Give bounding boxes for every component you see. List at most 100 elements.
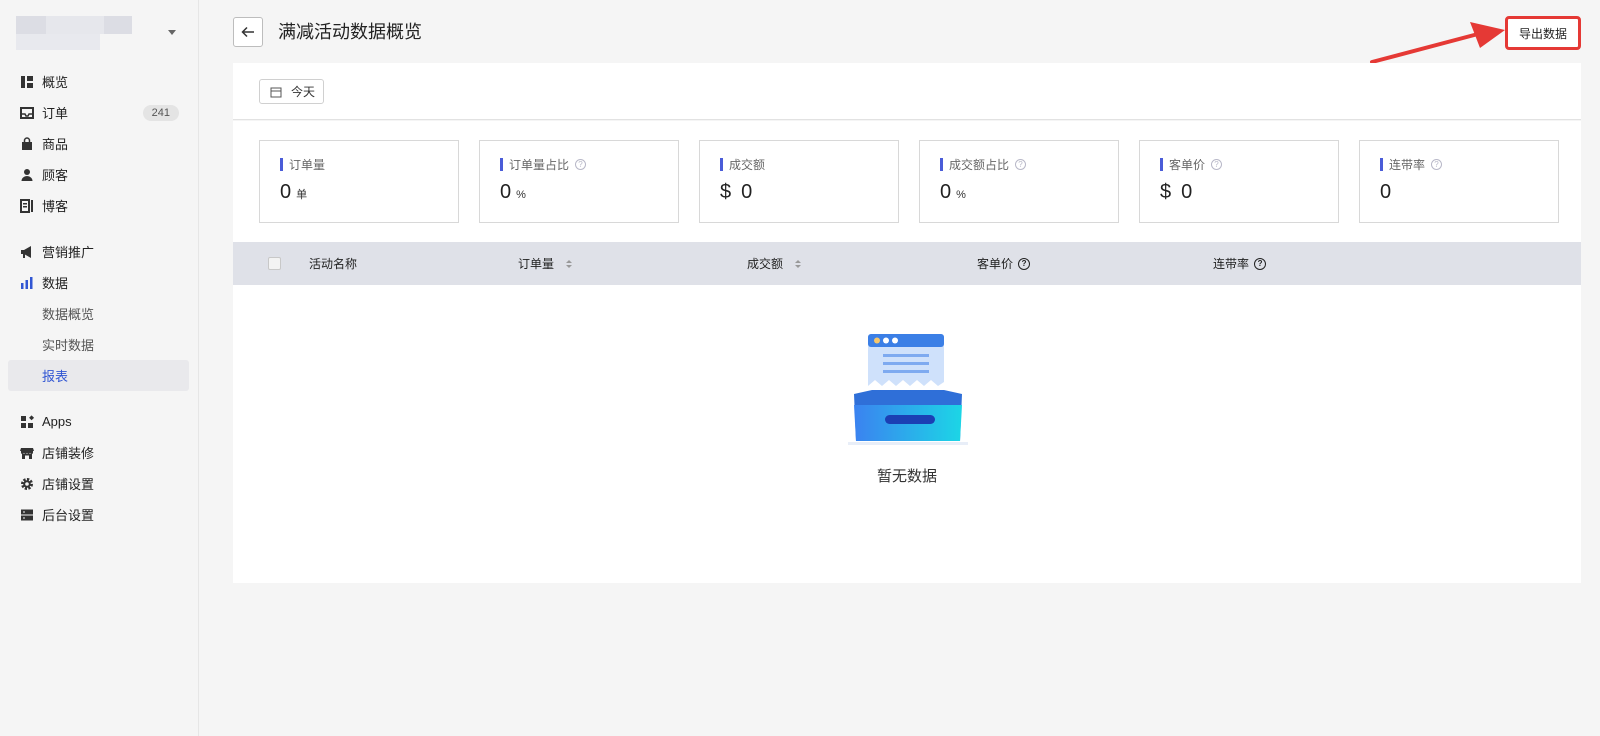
date-range-label: 今天: [291, 85, 316, 99]
sidebar-item-label: 报表: [42, 369, 69, 384]
order-count-badge: 241: [142, 105, 179, 121]
sidebar-nav: 概览 订单 241 商品 顾客 博客 营销推广 数据 数据概览 实时数据 报表 …: [8, 66, 189, 530]
stat-card-sales-share: 成交额占比? 0%: [919, 140, 1119, 223]
sidebar-item-label: 顾客: [42, 168, 69, 183]
help-icon[interactable]: ?: [575, 158, 587, 170]
chevron-down-icon[interactable]: [168, 30, 176, 35]
order-icon: [20, 106, 34, 120]
store-switcher[interactable]: [16, 16, 186, 52]
accent-bar: [500, 157, 503, 171]
sidebar-item-data-overview[interactable]: 数据概览: [8, 298, 189, 329]
column-label: 成交额: [747, 257, 784, 271]
select-all-cell: [268, 242, 281, 285]
arrow-left-icon: [241, 26, 254, 38]
column-header-name: 活动名称: [309, 242, 357, 285]
sidebar-item-label: 订单: [42, 106, 69, 121]
sidebar-item-store-design[interactable]: 店铺装修: [8, 437, 189, 468]
stat-card-attach-rate: 连带率? 0: [1359, 140, 1559, 223]
product-icon: [20, 136, 34, 151]
stat-value: 0: [741, 181, 753, 203]
sidebar-item-label: 实时数据: [42, 338, 95, 353]
sidebar-item-label: 后台设置: [42, 508, 95, 523]
help-icon[interactable]: ?: [1254, 257, 1267, 270]
help-icon[interactable]: ?: [1015, 158, 1027, 170]
stat-label: 订单量占比: [509, 157, 570, 172]
server-icon: [20, 508, 34, 522]
column-label: 客单价: [977, 257, 1014, 271]
sidebar-item-reports[interactable]: 报表: [8, 360, 189, 391]
help-icon[interactable]: ?: [1018, 257, 1031, 270]
table-header: 活动名称 订单量 成交额 客单价 ? 连带率 ?: [233, 242, 1581, 285]
currency-symbol: $: [720, 181, 732, 203]
column-label: 连带率: [1213, 257, 1250, 271]
sidebar-item-marketing[interactable]: 营销推广: [8, 236, 189, 267]
column-header-aov: 客单价 ?: [977, 242, 1031, 285]
stat-value: 0: [500, 181, 512, 203]
help-icon[interactable]: ?: [1431, 158, 1443, 170]
stat-label: 订单量: [289, 157, 326, 172]
column-header-orders[interactable]: 订单量: [518, 242, 573, 285]
calendar-icon: [270, 87, 282, 97]
export-data-button[interactable]: 导出数据: [1505, 16, 1581, 50]
storefront-icon: [20, 446, 34, 460]
sidebar-item-label: 商品: [42, 137, 69, 152]
apps-icon: [20, 414, 34, 429]
megaphone-icon: [20, 245, 34, 259]
sidebar-item-blog[interactable]: 博客: [8, 190, 189, 221]
stat-unit: %: [956, 189, 966, 201]
annotation-arrow: [1370, 22, 1505, 64]
stat-card-order-share: 订单量占比? 0%: [479, 140, 679, 223]
stat-card-orders: 订单量 0单: [259, 140, 459, 223]
stat-card-sales: 成交额 $0: [699, 140, 899, 223]
empty-state: 暂无数据: [233, 285, 1581, 583]
sidebar-item-store-settings[interactable]: 店铺设置: [8, 468, 189, 499]
empty-state-text: 暂无数据: [876, 468, 937, 485]
stat-label: 成交额: [729, 157, 766, 172]
sidebar-item-apps[interactable]: Apps: [8, 406, 189, 437]
sidebar-item-orders[interactable]: 订单 241: [8, 97, 189, 128]
help-icon[interactable]: ?: [1211, 158, 1223, 170]
sidebar-item-label: Apps: [42, 414, 72, 429]
sidebar-item-label: 数据概览: [42, 307, 95, 322]
blog-icon: [20, 198, 34, 213]
accent-bar: [1160, 157, 1163, 171]
stat-unit: 单: [296, 189, 308, 201]
accent-bar: [280, 157, 283, 171]
sidebar-item-label: 博客: [42, 199, 69, 214]
stat-label: 成交额占比: [949, 157, 1010, 172]
stat-value: 0: [280, 181, 292, 203]
sidebar-item-realtime-data[interactable]: 实时数据: [8, 329, 189, 360]
currency-symbol: $: [1160, 181, 1172, 203]
stat-value: 0: [940, 181, 952, 203]
back-button[interactable]: [233, 17, 263, 47]
sidebar-item-customers[interactable]: 顾客: [8, 159, 189, 190]
sidebar-item-overview[interactable]: 概览: [8, 66, 189, 97]
page-title: 满减活动数据概览: [278, 22, 422, 42]
accent-bar: [940, 157, 943, 171]
sort-icon[interactable]: [795, 259, 802, 268]
select-all-checkbox[interactable]: [268, 257, 281, 270]
stat-card-aov: 客单价? $0: [1139, 140, 1339, 223]
report-card: 订单量 0单 订单量占比? 0% 成交额 $0 成交额占比? 0% 客单价? $…: [233, 121, 1581, 583]
stat-value: 0: [1181, 181, 1193, 203]
store-name-blurred: [16, 16, 132, 52]
empty-inbox-illustration: [848, 334, 968, 445]
column-label: 活动名称: [309, 257, 358, 271]
sidebar-item-label: 概览: [42, 75, 69, 90]
accent-bar: [1380, 157, 1383, 171]
stat-unit: %: [516, 189, 526, 201]
sidebar-item-admin-settings[interactable]: 后台设置: [8, 499, 189, 530]
sidebar-item-products[interactable]: 商品: [8, 128, 189, 159]
sidebar-item-data[interactable]: 数据: [8, 267, 189, 298]
column-header-sales[interactable]: 成交额: [747, 242, 802, 285]
sidebar: 概览 订单 241 商品 顾客 博客 营销推广 数据 数据概览 实时数据 报表 …: [0, 0, 199, 736]
sort-icon[interactable]: [566, 259, 573, 268]
stat-value: 0: [1380, 181, 1392, 203]
stat-label: 客单价: [1169, 157, 1206, 172]
accent-bar: [720, 157, 723, 171]
date-range-picker[interactable]: 今天: [259, 79, 324, 104]
column-label: 订单量: [518, 257, 555, 271]
stat-label: 连带率: [1389, 157, 1426, 172]
data-chart-icon: [20, 276, 34, 290]
customer-icon: [20, 168, 34, 182]
